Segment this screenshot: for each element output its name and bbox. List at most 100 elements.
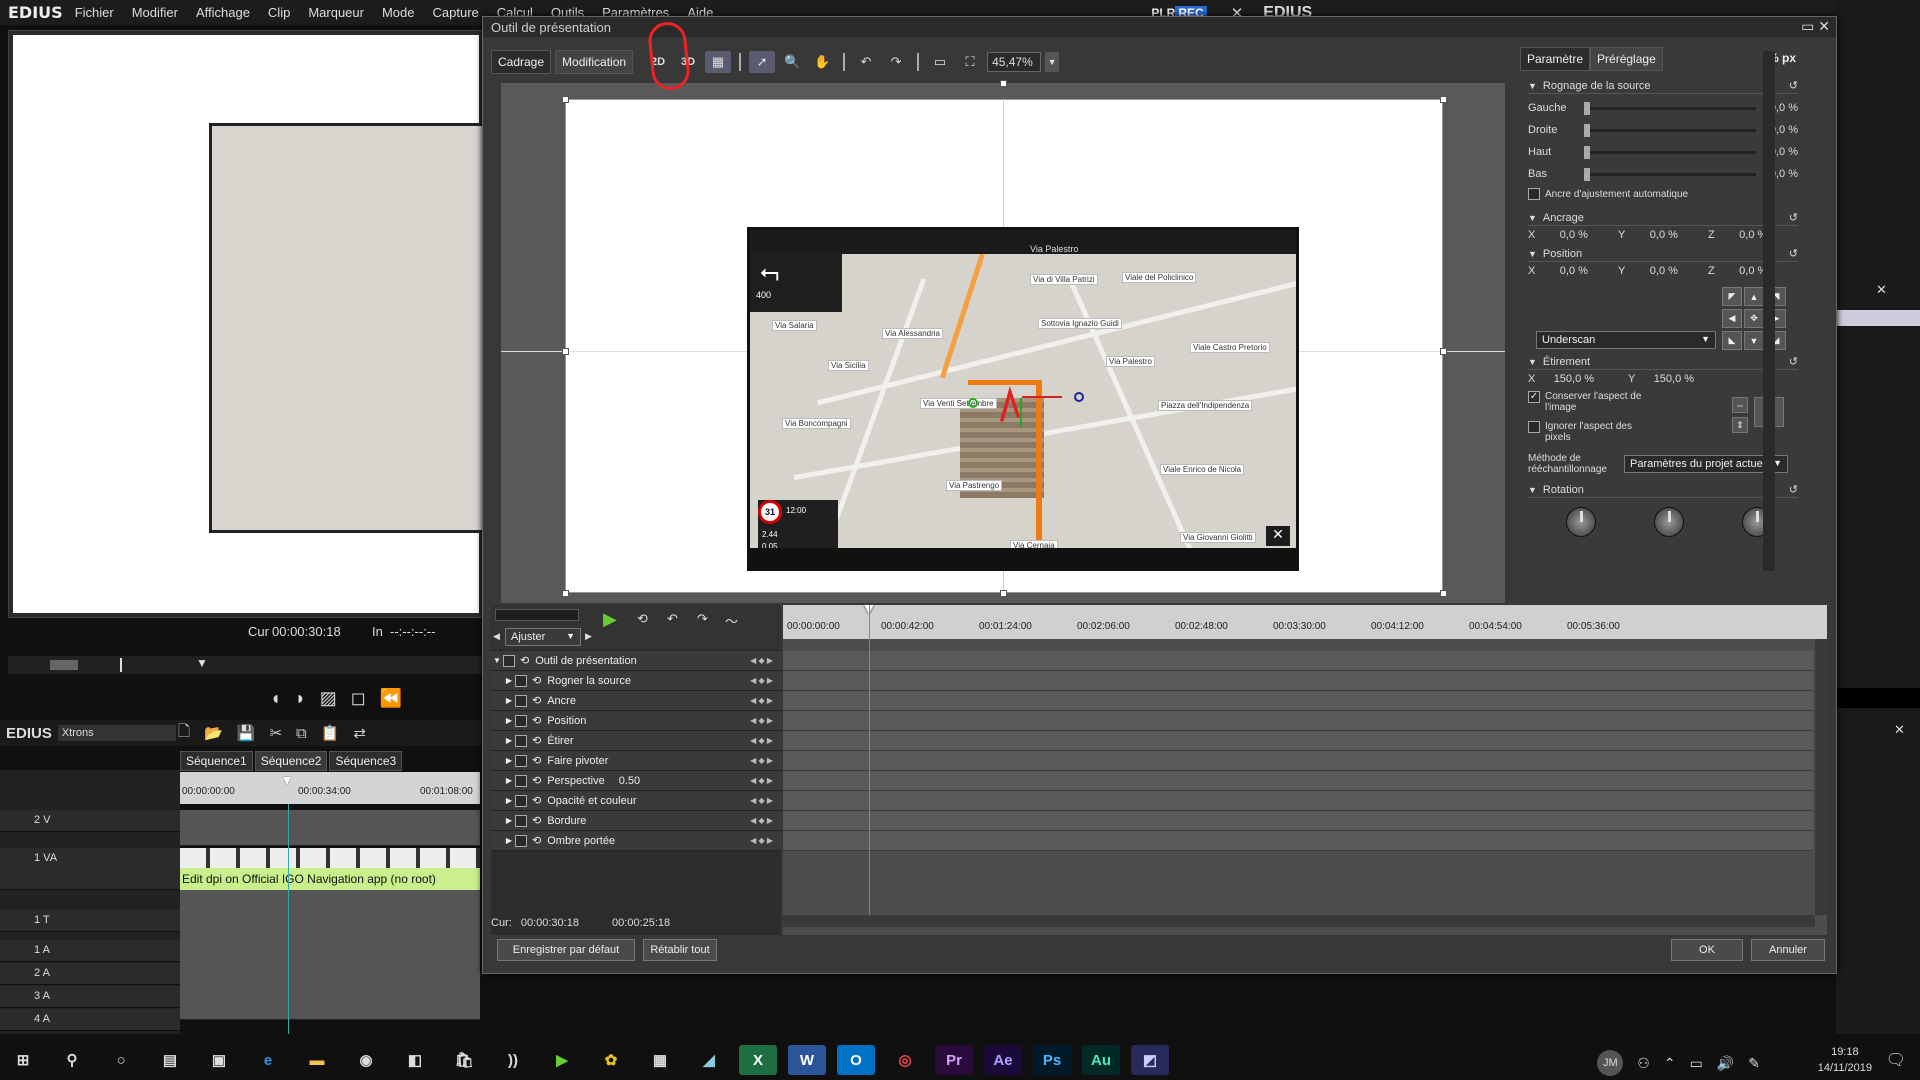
gizmo-x-axis[interactable] <box>1022 396 1062 398</box>
crop-left-slider[interactable] <box>1584 101 1756 115</box>
kf-nav-arrows[interactable]: ◀ ◆ ▶ <box>750 676 773 685</box>
windows-start-icon[interactable]: ⊞ <box>4 1045 42 1075</box>
track-area[interactable] <box>180 890 480 1020</box>
loop-icon[interactable]: ⟲ <box>532 754 541 767</box>
kf-track[interactable] <box>783 691 1813 711</box>
kf-checkbox[interactable] <box>515 814 527 827</box>
collapse-icon[interactable]: ▼ <box>1528 357 1537 367</box>
mark-in-icon[interactable]: ◖ <box>270 688 281 709</box>
resize-handle[interactable] <box>562 590 569 597</box>
expand-icon[interactable]: ▶ <box>503 796 515 805</box>
tab-sequence2[interactable]: Séquence2 <box>254 751 328 771</box>
resize-handle[interactable] <box>1440 590 1447 597</box>
loop-icon[interactable]: ⟲ <box>532 814 541 827</box>
kf-nav-arrows[interactable]: ◀ ◆ ▶ <box>750 756 773 765</box>
stretch-y[interactable]: Y 150,0 % <box>1628 373 1728 385</box>
track-header[interactable]: 1 VA <box>0 848 180 890</box>
menu-marqueur[interactable]: Marqueur <box>308 5 364 20</box>
reset-all-button[interactable]: Rétablir tout <box>643 939 717 961</box>
replace-icon[interactable]: ⇄ <box>353 724 366 742</box>
align-left-icon[interactable]: ◀ <box>1722 309 1742 328</box>
close-icon[interactable]: ✕ <box>1894 722 1905 738</box>
hand-icon[interactable]: ✋ <box>809 51 835 73</box>
keyframe-zoom-slider[interactable] <box>495 609 579 621</box>
undo-icon[interactable]: ↶ <box>853 51 879 73</box>
close-icon[interactable]: ✕ <box>1818 18 1830 34</box>
kf-row-etirer[interactable]: ▶ ⟲ Étirer ◀ ◆ ▶ <box>491 731 781 751</box>
app-icon[interactable]: ✿ <box>592 1045 630 1075</box>
resize-handle[interactable] <box>562 96 569 103</box>
loop-icon[interactable]: ⟲ <box>532 834 541 847</box>
premiere-icon[interactable]: Pr <box>935 1045 973 1075</box>
expand-icon[interactable]: ▶ <box>503 676 515 685</box>
kf-track[interactable] <box>783 731 1813 751</box>
tab-sequence1[interactable]: Séquence1 <box>180 751 253 771</box>
gizmo-z-handle[interactable] <box>1074 392 1084 402</box>
open-project-icon[interactable]: 📂 <box>204 724 223 742</box>
timeline-clip[interactable]: Edit dpi on Official IGO Navigation app … <box>180 868 480 890</box>
reset-icon[interactable]: ↺ <box>1789 79 1798 92</box>
kf-row-ancre[interactable]: ▶ ⟲ Ancre ◀ ◆ ▶ <box>491 691 781 711</box>
store-icon[interactable]: 🛍 <box>445 1045 483 1075</box>
scan-dropdown[interactable]: Underscan ▼ <box>1536 331 1716 349</box>
track-header[interactable]: 1 A <box>0 940 180 962</box>
expand-icon[interactable]: ▶ <box>503 736 515 745</box>
reset-icon[interactable]: ↺ <box>1789 247 1798 260</box>
gizmo-rotate-handle[interactable] <box>968 398 978 408</box>
save-project-icon[interactable]: 💾 <box>237 724 256 742</box>
position-y[interactable]: Y 0,0 % <box>1618 265 1708 277</box>
track-header[interactable]: 2 A <box>0 963 180 985</box>
tab-cadrage[interactable]: Cadrage <box>491 50 552 74</box>
preview-canvas[interactable]: Via Palestro ⮢ 400 Via di Villa Patrizi … <box>501 80 1505 603</box>
media-icon[interactable]: )) <box>494 1045 532 1075</box>
edge-icon[interactable]: e <box>249 1045 287 1075</box>
section-header[interactable]: ▼ Étirement ↺ <box>1528 355 1798 370</box>
expand-icon[interactable]: ▶ <box>503 716 515 725</box>
pen-icon[interactable]: ✎ <box>1748 1055 1760 1072</box>
flip-vertical-icon[interactable]: ⇕ <box>1732 417 1748 433</box>
timeline-ruler[interactable]: 00:00:00:00 00:00:34:00 00:01:08:00 ▼ <box>180 772 480 804</box>
loop-icon[interactable]: ⟲ <box>532 674 541 687</box>
menu-affichage[interactable]: Affichage <box>196 5 250 20</box>
full-frame-icon[interactable]: ⛶ <box>957 51 983 73</box>
gizmo-y-axis[interactable] <box>1020 398 1022 428</box>
kf-row-rogner[interactable]: ▶ ⟲ Rogner la source ◀ ◆ ▶ <box>491 671 781 691</box>
word-icon[interactable]: W <box>788 1045 826 1075</box>
anchor-y[interactable]: Y 0,0 % <box>1618 229 1708 241</box>
redo-icon[interactable]: ↷ <box>697 611 708 627</box>
kf-checkbox[interactable] <box>515 774 527 787</box>
kf-checkbox[interactable] <box>503 654 515 667</box>
section-header[interactable]: ▼ Rognage de la source ↺ <box>1528 79 1798 94</box>
loop-icon[interactable]: ⟲ <box>532 774 541 787</box>
collapse-icon[interactable]: ▼ <box>1528 81 1537 91</box>
resize-handle[interactable] <box>1000 80 1007 87</box>
volume-icon[interactable]: 🔊 <box>1717 1055 1734 1072</box>
photoshop-icon[interactable]: Ps <box>1033 1045 1071 1075</box>
kf-nav-arrows[interactable]: ◀ ◆ ▶ <box>750 816 773 825</box>
zoom-level[interactable]: 45,47% <box>987 52 1042 72</box>
play-icon[interactable]: ▶ <box>603 609 617 630</box>
reset-icon[interactable]: ↺ <box>1789 211 1798 224</box>
tab-parametre[interactable]: Paramètre <box>1520 47 1591 71</box>
maximize-icon[interactable]: ▭ <box>1801 18 1814 34</box>
position-x[interactable]: X 0,0 % <box>1528 265 1618 277</box>
kf-nav-arrows[interactable]: ◀ ◆ ▶ <box>750 796 773 805</box>
align-top-icon[interactable]: ▲ <box>1744 287 1764 306</box>
close-icon[interactable]: ✕ <box>1876 282 1887 298</box>
undo-icon[interactable]: ↶ <box>667 611 678 627</box>
navigation-map-image[interactable]: Via Palestro ⮢ 400 Via di Villa Patrizi … <box>747 227 1299 571</box>
collapse-icon[interactable]: ▼ <box>1528 485 1537 495</box>
menu-clip[interactable]: Clip <box>268 5 290 20</box>
kf-row-position[interactable]: ▶ ⟲ Position ◀ ◆ ▶ <box>491 711 781 731</box>
mark-out-icon[interactable]: ◗ <box>295 688 306 709</box>
stop-icon[interactable]: ◻ <box>351 688 366 709</box>
section-header[interactable]: ▼ Ancrage ↺ <box>1528 211 1798 226</box>
select-arrow-icon[interactable]: ➚ <box>749 51 776 73</box>
cut-icon[interactable]: ✂ <box>269 724 282 742</box>
app-icon[interactable]: ◩ <box>1131 1045 1169 1075</box>
ignore-pixel-checkbox[interactable] <box>1528 421 1540 433</box>
app-icon[interactable]: ◢ <box>690 1045 728 1075</box>
scroll-left-icon[interactable]: ◀ <box>493 631 500 642</box>
keep-aspect-checkbox[interactable]: ✓ <box>1528 391 1540 403</box>
anchor-z[interactable]: Z 0,0 % <box>1708 229 1798 241</box>
